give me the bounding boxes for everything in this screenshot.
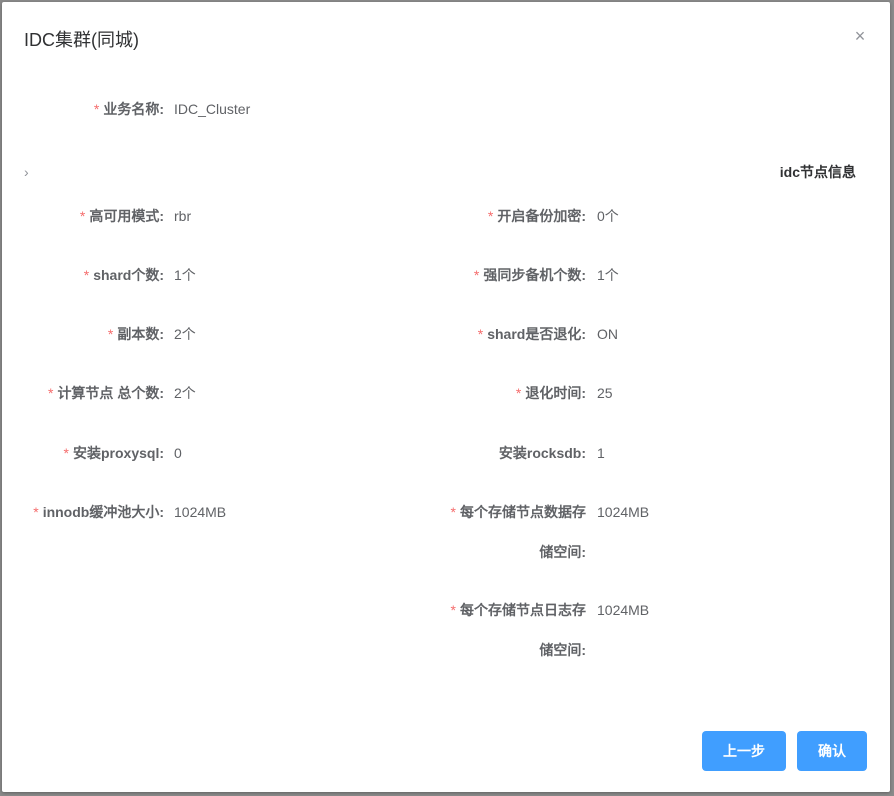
required-mark: * <box>83 267 90 283</box>
required-mark: * <box>487 208 494 224</box>
sync-standby-count-value: 1个 <box>597 267 619 283</box>
ha-mode-label: * 高可用模式: <box>79 208 164 224</box>
confirm-button[interactable]: 确认 <box>797 731 867 771</box>
required-mark: * <box>33 504 39 520</box>
shard-count-label: * shard个数: <box>83 267 164 283</box>
degrade-time-value: 25 <box>597 385 613 401</box>
chevron-right-icon[interactable]: › <box>24 162 40 182</box>
required-mark: * <box>450 504 456 520</box>
dialog-title: IDC集群(同城) <box>24 30 139 50</box>
backup-encryption-value: 0个 <box>597 208 619 224</box>
shard-count-value: 1个 <box>174 267 196 283</box>
ha-mode-value: rbr <box>174 208 192 224</box>
storage-log-value: 1024MB <box>597 602 650 618</box>
shard-degrade-label: * shard是否退化: <box>477 326 586 342</box>
business-name-label: * 业务名称: <box>93 101 164 117</box>
business-name-value: IDC_Cluster <box>174 101 251 117</box>
replica-count-label: * 副本数: <box>107 326 164 342</box>
required-mark: * <box>63 445 69 461</box>
install-rocksdb-value: 1 <box>597 445 605 461</box>
innodb-buffer-value: 1024MB <box>174 504 227 520</box>
close-icon[interactable]: × <box>850 26 870 46</box>
required-mark: * <box>450 602 456 618</box>
required-mark: * <box>107 326 114 342</box>
shard-degrade-value: ON <box>597 326 618 342</box>
storage-data-value: 1024MB <box>597 504 650 520</box>
degrade-time-label: * 退化时间: <box>515 385 586 401</box>
required-mark: * <box>473 267 480 283</box>
required-mark: * <box>93 101 100 117</box>
compute-node-count-label: * 计算节点 总个数: <box>47 385 164 401</box>
prev-step-button[interactable]: 上一步 <box>702 731 786 771</box>
idc-cluster-dialog: IDC集群(同城) × * 业务名称: IDC_Cluster › idc节点信息… <box>2 2 890 792</box>
storage-log-label: * 每个存储节点日志存 储空间: <box>450 602 586 658</box>
section-title: idc节点信息 <box>779 164 856 180</box>
install-rocksdb-label: 安装rocksdb: <box>498 445 586 461</box>
install-proxysql-label: * 安装proxysql: <box>63 445 164 461</box>
required-mark: * <box>515 385 522 401</box>
replica-count-value: 2个 <box>174 326 196 342</box>
sync-standby-count-label: * 强同步备机个数: <box>473 267 586 283</box>
business-name-row: * 业务名称: IDC_Cluster <box>2 99 890 119</box>
install-proxysql-value: 0 <box>174 445 182 461</box>
required-mark: * <box>79 208 86 224</box>
compute-node-count-value: 2个 <box>174 385 196 401</box>
storage-data-label: * 每个存储节点数据存 储空间: <box>450 504 586 560</box>
backup-encryption-label: * 开启备份加密: <box>487 208 586 224</box>
required-mark: * <box>47 385 54 401</box>
innodb-buffer-label: * innodb缓冲池大小: <box>33 504 164 520</box>
required-mark: * <box>477 326 484 342</box>
